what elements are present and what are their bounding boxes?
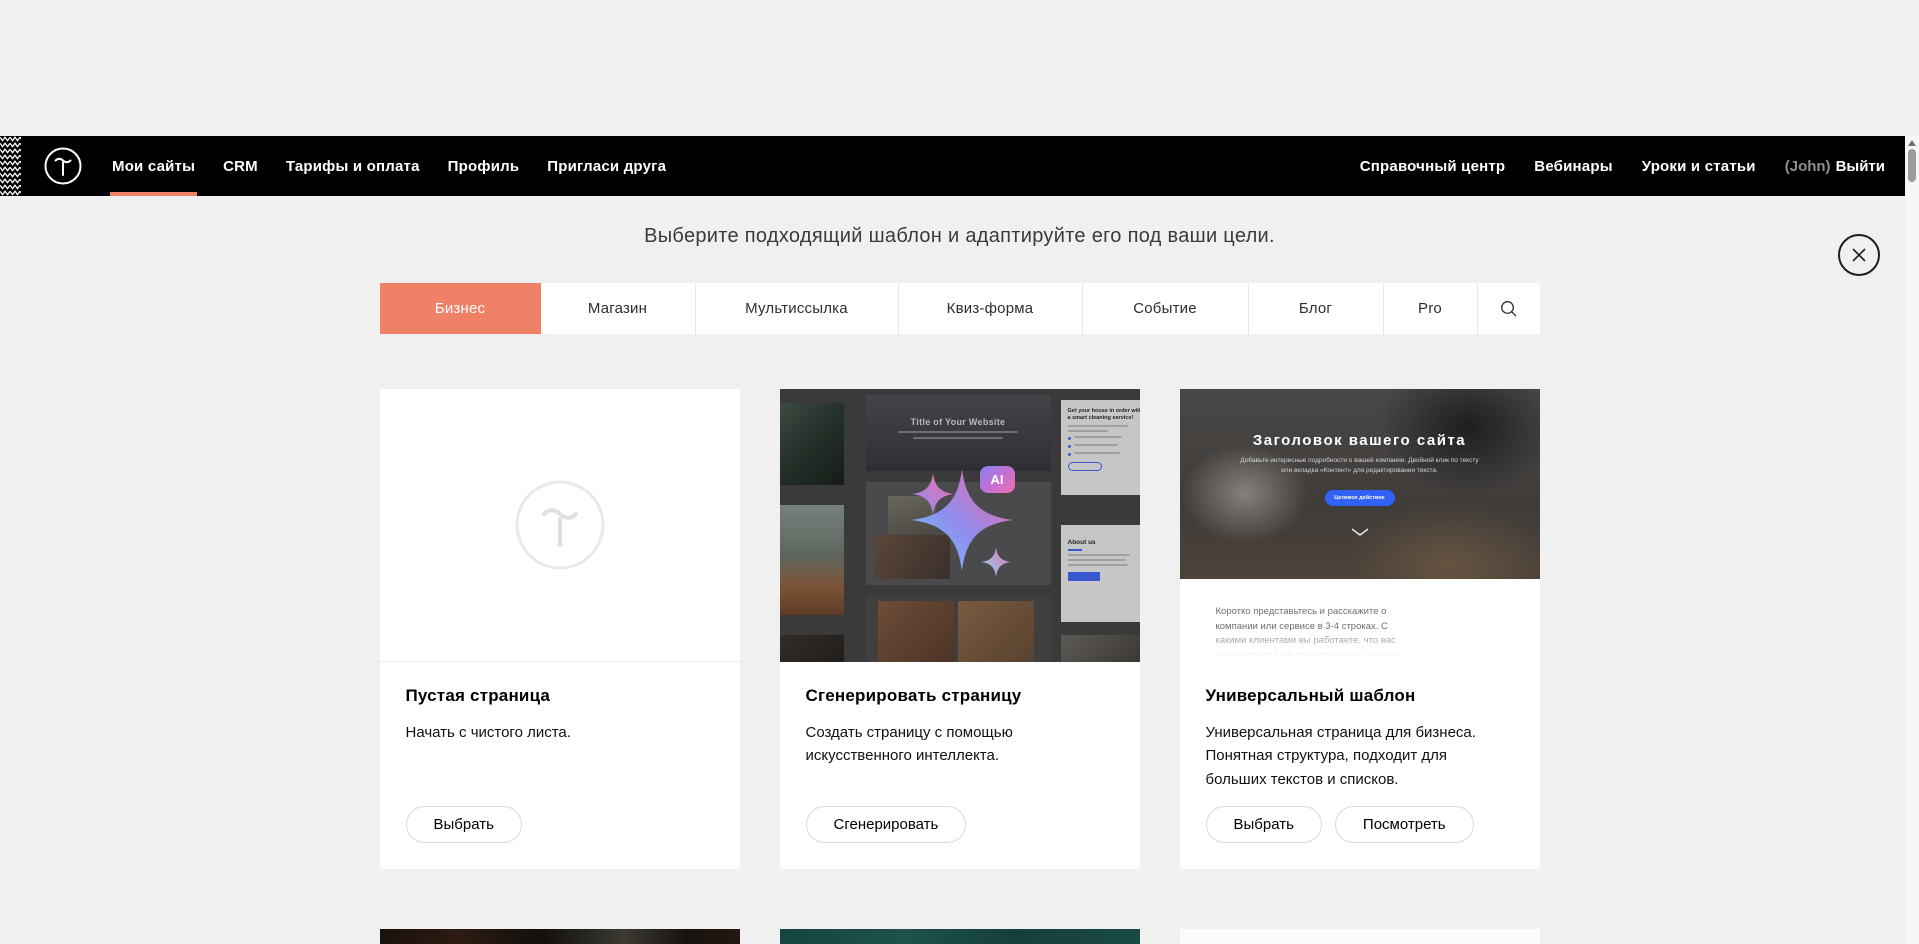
preview-photo <box>780 505 844 615</box>
ai-sparkle-small-icon <box>981 547 1011 577</box>
preview-text-bar <box>1068 425 1128 427</box>
preview-photo <box>866 595 1051 662</box>
scrollbar-up-arrow-icon[interactable] <box>1908 140 1916 146</box>
ai-preview-collage: Title of Your Website Get your house in … <box>780 389 1140 662</box>
tilda-logo[interactable] <box>43 146 83 186</box>
preview-blue-button <box>1068 572 1100 581</box>
preview-cta-button: Целевое действие <box>1325 490 1395 506</box>
nav-item-help-center[interactable]: Справочный центр <box>1360 136 1506 196</box>
card-partial[interactable] <box>780 929 1140 944</box>
preview-hero: Заголовок вашего сайта Добавьте интересн… <box>1180 389 1540 579</box>
preview-text-bar <box>1068 430 1108 432</box>
scrollbar-thumb[interactable] <box>1908 149 1916 182</box>
preview-photo <box>780 635 844 662</box>
card-ai-generate: Title of Your Website Get your house in … <box>780 389 1140 869</box>
card-title: Пустая страница <box>406 686 714 706</box>
tilda-logo-icon <box>43 146 83 186</box>
preview-pill-button <box>1068 462 1102 471</box>
card-info: Сгенерировать страницу Создать страницу … <box>780 662 1140 869</box>
close-icon <box>1849 245 1869 265</box>
navbar-right-menu: Справочный центр Вебинары Уроки и статьи… <box>1331 136 1885 196</box>
user-name-label: (John) <box>1785 158 1831 175</box>
card-info: Пустая страница Начать с чистого листа. … <box>380 662 740 869</box>
card-buttons: Сгенерировать <box>806 806 1114 843</box>
card-partial[interactable] <box>1180 929 1540 944</box>
nav-item-crm[interactable]: CRM <box>223 136 258 196</box>
card-blank-page: Пустая страница Начать с чистого листа. … <box>380 389 740 869</box>
top-navbar: Мои сайты CRM Тарифы и оплата Профиль Пр… <box>0 136 1919 196</box>
template-cards-grid: Пустая страница Начать с чистого листа. … <box>380 389 1540 944</box>
preview-hero-block: Title of Your Website <box>866 395 1051 471</box>
card-description: Начать с чистого листа. <box>406 721 706 744</box>
choose-button[interactable]: Выбрать <box>1206 806 1322 843</box>
preview-fade-overlay <box>1180 628 1540 662</box>
preview-photo <box>958 601 1034 662</box>
close-button[interactable] <box>1838 234 1880 276</box>
card-info: Универсальный шаблон Универсальная стран… <box>1180 662 1540 869</box>
nav-item-invite-friend[interactable]: Пригласи друга <box>547 136 666 196</box>
content-container: Бизнес Магазин Мультиссылка Квиз-форма С… <box>380 283 1540 944</box>
preview-rule <box>1068 549 1082 551</box>
preview-photo <box>878 601 954 662</box>
preview-photo <box>1061 635 1140 662</box>
nav-item-webinars[interactable]: Вебинары <box>1534 136 1612 196</box>
preview-photo <box>780 403 844 485</box>
card-title: Сгенерировать страницу <box>806 686 1114 706</box>
preview-about-card: About us <box>1061 525 1140 622</box>
preview-card-heading: Get your house in order with a smart cle… <box>1068 408 1140 422</box>
tilda-watermark-icon <box>514 479 606 571</box>
logout-link[interactable]: Выйти <box>1836 158 1885 175</box>
ai-badge: AI <box>980 466 1015 493</box>
page-subtitle: Выберите подходящий шаблон и адаптируйте… <box>0 225 1919 248</box>
tab-pro[interactable]: Pro <box>1384 283 1478 334</box>
search-icon <box>1500 300 1518 318</box>
preview-text-bar <box>1068 559 1126 561</box>
card-universal-template: Заголовок вашего сайта Добавьте интересн… <box>1180 389 1540 869</box>
tab-multilink[interactable]: Мультиссылка <box>696 283 899 334</box>
view-button[interactable]: Посмотреть <box>1335 806 1474 843</box>
universal-template-preview: Заголовок вашего сайта Добавьте интересн… <box>1180 389 1540 662</box>
nav-item-pricing[interactable]: Тарифы и оплата <box>286 136 420 196</box>
template-category-tabs: Бизнес Магазин Мультиссылка Квиз-форма С… <box>380 283 1540 334</box>
template-preview-image <box>1180 929 1540 944</box>
card-partial[interactable] <box>380 929 740 944</box>
ai-sparkle-small-icon <box>912 473 954 515</box>
nav-item-my-sites[interactable]: Мои сайты <box>112 136 195 196</box>
preview-bullet <box>1068 452 1140 456</box>
user-session: (John) Выйти <box>1785 136 1885 196</box>
navbar-menu: Мои сайты CRM Тарифы и оплата Профиль Пр… <box>112 136 694 196</box>
preview-bullet <box>1068 436 1140 440</box>
tab-shop[interactable]: Магазин <box>541 283 696 334</box>
choose-button[interactable]: Выбрать <box>406 806 522 843</box>
preview-about-heading: About us <box>1068 539 1140 546</box>
vertical-scrollbar[interactable] <box>1905 136 1919 944</box>
preview-text-bar <box>1068 554 1130 556</box>
card-buttons: Выбрать <box>406 806 714 843</box>
nav-item-lessons[interactable]: Уроки и статьи <box>1642 136 1756 196</box>
preview-text-bar <box>1068 564 1128 566</box>
nav-item-profile[interactable]: Профиль <box>448 136 520 196</box>
template-preview-image <box>780 929 1140 944</box>
tab-event[interactable]: Событие <box>1083 283 1249 334</box>
preview-subtext: Добавьте интересные подробности о вашей … <box>1240 456 1480 477</box>
card-description: Универсальная страница для бизнеса. Поня… <box>1206 721 1506 791</box>
card-buttons: Выбрать Посмотреть <box>1206 806 1514 843</box>
zigzag-pattern-decoration <box>0 136 21 196</box>
preview-bullet <box>1068 444 1140 448</box>
preview-text-card: Get your house in order with a smart cle… <box>1061 400 1140 495</box>
tab-blog[interactable]: Блог <box>1249 283 1384 334</box>
template-preview-image <box>380 929 740 944</box>
preview-text-bar <box>913 437 1003 439</box>
tab-business[interactable]: Бизнес <box>380 283 541 334</box>
preview-site-title: Title of Your Website <box>866 417 1051 427</box>
preview-heading: Заголовок вашего сайта <box>1180 432 1540 449</box>
blank-page-preview <box>380 389 740 662</box>
tab-search[interactable] <box>1478 283 1540 334</box>
tab-quiz-form[interactable]: Квиз-форма <box>899 283 1083 334</box>
card-title: Универсальный шаблон <box>1206 686 1514 706</box>
card-description: Создать страницу с помощью искусственног… <box>806 721 1036 768</box>
preview-text-bar <box>898 431 1018 433</box>
chevron-down-icon <box>1351 528 1369 536</box>
generate-button[interactable]: Сгенерировать <box>806 806 967 843</box>
